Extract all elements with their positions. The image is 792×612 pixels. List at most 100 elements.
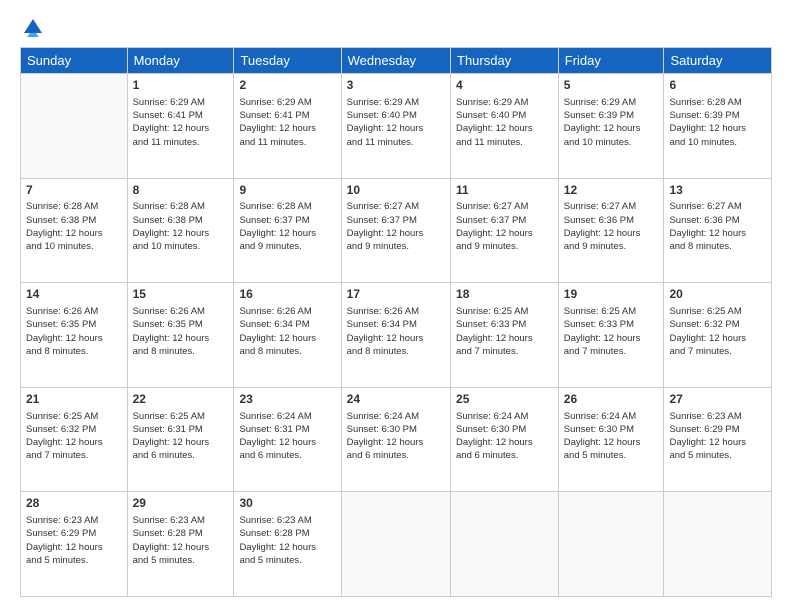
day-number: 26 [564, 391, 659, 408]
day-number: 30 [239, 495, 335, 512]
col-header-thursday: Thursday [451, 48, 559, 74]
cell-info: Sunrise: 6:25 AMSunset: 6:33 PMDaylight:… [564, 305, 659, 358]
day-number: 23 [239, 391, 335, 408]
calendar-cell: 1 Sunrise: 6:29 AMSunset: 6:41 PMDaylight… [127, 74, 234, 179]
calendar-week-5: 28 Sunrise: 6:23 AMSunset: 6:29 PMDayligh… [21, 492, 772, 597]
cell-info: Sunrise: 6:28 AMSunset: 6:38 PMDaylight:… [26, 200, 122, 253]
calendar-cell: 29Sunrise: 6:23 AMSunset: 6:28 PMDayligh… [127, 492, 234, 597]
calendar-table: SundayMondayTuesdayWednesdayThursdayFrid… [20, 47, 772, 597]
calendar-header-row: SundayMondayTuesdayWednesdayThursdayFrid… [21, 48, 772, 74]
cell-info: Sunrise: 6:26 AMSunset: 6:34 PMDaylight:… [239, 305, 335, 358]
cell-info: Sunrise: 6:23 AMSunset: 6:28 PMDaylight:… [133, 514, 229, 567]
cell-info: Sunrise: 6:23 AMSunset: 6:29 PMDaylight:… [669, 410, 766, 463]
calendar-cell: 27 Sunrise: 6:23 AMSunset: 6:29 PMDayligh… [664, 387, 772, 492]
cell-info: Sunrise: 6:29 AMSunset: 6:40 PMDaylight:… [347, 96, 445, 149]
col-header-saturday: Saturday [664, 48, 772, 74]
cell-info: Sunrise: 6:28 AMSunset: 6:37 PMDaylight:… [239, 200, 335, 253]
day-number: 1 [133, 77, 229, 94]
calendar-week-3: 14 Sunrise: 6:26 AMSunset: 6:35 PMDayligh… [21, 283, 772, 388]
calendar-cell: 28 Sunrise: 6:23 AMSunset: 6:29 PMDayligh… [21, 492, 128, 597]
calendar-cell: 2 Sunrise: 6:29 AMSunset: 6:41 PMDaylight… [234, 74, 341, 179]
cell-info: Sunrise: 6:26 AMSunset: 6:35 PMDaylight:… [133, 305, 229, 358]
cell-info: Sunrise: 6:25 AMSunset: 6:31 PMDaylight:… [133, 410, 229, 463]
logo-icon [22, 15, 44, 37]
cell-info: Sunrise: 6:27 AMSunset: 6:36 PMDaylight:… [564, 200, 659, 253]
day-number: 2 [239, 77, 335, 94]
day-number: 27 [669, 391, 766, 408]
cell-info: Sunrise: 6:24 AMSunset: 6:31 PMDaylight:… [239, 410, 335, 463]
day-number: 14 [26, 286, 122, 303]
calendar-cell: 5Sunrise: 6:29 AMSunset: 6:39 PMDaylight… [558, 74, 664, 179]
cell-info: Sunrise: 6:29 AMSunset: 6:41 PMDaylight:… [239, 96, 335, 149]
page: SundayMondayTuesdayWednesdayThursdayFrid… [0, 0, 792, 612]
day-number: 28 [26, 495, 122, 512]
cell-info: Sunrise: 6:23 AMSunset: 6:28 PMDaylight:… [239, 514, 335, 567]
day-number: 18 [456, 286, 553, 303]
calendar-cell: 15 Sunrise: 6:26 AMSunset: 6:35 PMDayligh… [127, 283, 234, 388]
calendar-cell: 14 Sunrise: 6:26 AMSunset: 6:35 PMDayligh… [21, 283, 128, 388]
col-header-monday: Monday [127, 48, 234, 74]
day-number: 24 [347, 391, 445, 408]
calendar-cell: 17Sunrise: 6:26 AMSunset: 6:34 PMDayligh… [341, 283, 450, 388]
calendar-cell [341, 492, 450, 597]
cell-info: Sunrise: 6:26 AMSunset: 6:34 PMDaylight:… [347, 305, 445, 358]
cell-info: Sunrise: 6:28 AMSunset: 6:39 PMDaylight:… [669, 96, 766, 149]
logo [20, 15, 44, 37]
day-number: 10 [347, 182, 445, 199]
day-number: 7 [26, 182, 122, 199]
col-header-wednesday: Wednesday [341, 48, 450, 74]
calendar-week-2: 7Sunrise: 6:28 AMSunset: 6:38 PMDaylight… [21, 178, 772, 283]
calendar-cell: 20 Sunrise: 6:25 AMSunset: 6:32 PMDayligh… [664, 283, 772, 388]
calendar-cell: 24 Sunrise: 6:24 AMSunset: 6:30 PMDayligh… [341, 387, 450, 492]
day-number: 13 [669, 182, 766, 199]
cell-info: Sunrise: 6:29 AMSunset: 6:41 PMDaylight:… [133, 96, 229, 149]
day-number: 15 [133, 286, 229, 303]
day-number: 9 [239, 182, 335, 199]
calendar-cell: 4 Sunrise: 6:29 AMSunset: 6:40 PMDaylight… [451, 74, 559, 179]
calendar-cell: 3 Sunrise: 6:29 AMSunset: 6:40 PMDaylight… [341, 74, 450, 179]
calendar-cell [558, 492, 664, 597]
day-number: 21 [26, 391, 122, 408]
cell-info: Sunrise: 6:28 AMSunset: 6:38 PMDaylight:… [133, 200, 229, 253]
cell-info: Sunrise: 6:25 AMSunset: 6:32 PMDaylight:… [669, 305, 766, 358]
cell-info: Sunrise: 6:26 AMSunset: 6:35 PMDaylight:… [26, 305, 122, 358]
cell-info: Sunrise: 6:29 AMSunset: 6:40 PMDaylight:… [456, 96, 553, 149]
calendar-cell: 6Sunrise: 6:28 AMSunset: 6:39 PMDaylight… [664, 74, 772, 179]
cell-info: Sunrise: 6:27 AMSunset: 6:36 PMDaylight:… [669, 200, 766, 253]
day-number: 20 [669, 286, 766, 303]
calendar-cell: 22 Sunrise: 6:25 AMSunset: 6:31 PMDayligh… [127, 387, 234, 492]
day-number: 22 [133, 391, 229, 408]
col-header-sunday: Sunday [21, 48, 128, 74]
day-number: 16 [239, 286, 335, 303]
cell-info: Sunrise: 6:27 AMSunset: 6:37 PMDaylight:… [347, 200, 445, 253]
calendar-cell [664, 492, 772, 597]
calendar-cell: 16 Sunrise: 6:26 AMSunset: 6:34 PMDayligh… [234, 283, 341, 388]
calendar-cell: 8Sunrise: 6:28 AMSunset: 6:38 PMDaylight… [127, 178, 234, 283]
calendar-cell: 7Sunrise: 6:28 AMSunset: 6:38 PMDaylight… [21, 178, 128, 283]
day-number: 8 [133, 182, 229, 199]
calendar-cell [21, 74, 128, 179]
calendar-cell: 12Sunrise: 6:27 AMSunset: 6:36 PMDayligh… [558, 178, 664, 283]
cell-info: Sunrise: 6:25 AMSunset: 6:32 PMDaylight:… [26, 410, 122, 463]
cell-info: Sunrise: 6:24 AMSunset: 6:30 PMDaylight:… [347, 410, 445, 463]
calendar-cell: 18 Sunrise: 6:25 AMSunset: 6:33 PMDayligh… [451, 283, 559, 388]
cell-info: Sunrise: 6:24 AMSunset: 6:30 PMDaylight:… [564, 410, 659, 463]
cell-info: Sunrise: 6:24 AMSunset: 6:30 PMDaylight:… [456, 410, 553, 463]
col-header-friday: Friday [558, 48, 664, 74]
day-number: 19 [564, 286, 659, 303]
calendar-week-1: 1 Sunrise: 6:29 AMSunset: 6:41 PMDaylight… [21, 74, 772, 179]
cell-info: Sunrise: 6:27 AMSunset: 6:37 PMDaylight:… [456, 200, 553, 253]
calendar-cell: 10Sunrise: 6:27 AMSunset: 6:37 PMDayligh… [341, 178, 450, 283]
cell-info: Sunrise: 6:25 AMSunset: 6:33 PMDaylight:… [456, 305, 553, 358]
day-number: 25 [456, 391, 553, 408]
calendar-cell: 9Sunrise: 6:28 AMSunset: 6:37 PMDaylight… [234, 178, 341, 283]
day-number: 3 [347, 77, 445, 94]
calendar-cell: 26 Sunrise: 6:24 AMSunset: 6:30 PMDayligh… [558, 387, 664, 492]
day-number: 5 [564, 77, 659, 94]
cell-info: Sunrise: 6:23 AMSunset: 6:29 PMDaylight:… [26, 514, 122, 567]
day-number: 12 [564, 182, 659, 199]
calendar-cell: 13Sunrise: 6:27 AMSunset: 6:36 PMDayligh… [664, 178, 772, 283]
calendar-cell: 30 Sunrise: 6:23 AMSunset: 6:28 PMDayligh… [234, 492, 341, 597]
calendar-week-4: 21 Sunrise: 6:25 AMSunset: 6:32 PMDayligh… [21, 387, 772, 492]
day-number: 4 [456, 77, 553, 94]
